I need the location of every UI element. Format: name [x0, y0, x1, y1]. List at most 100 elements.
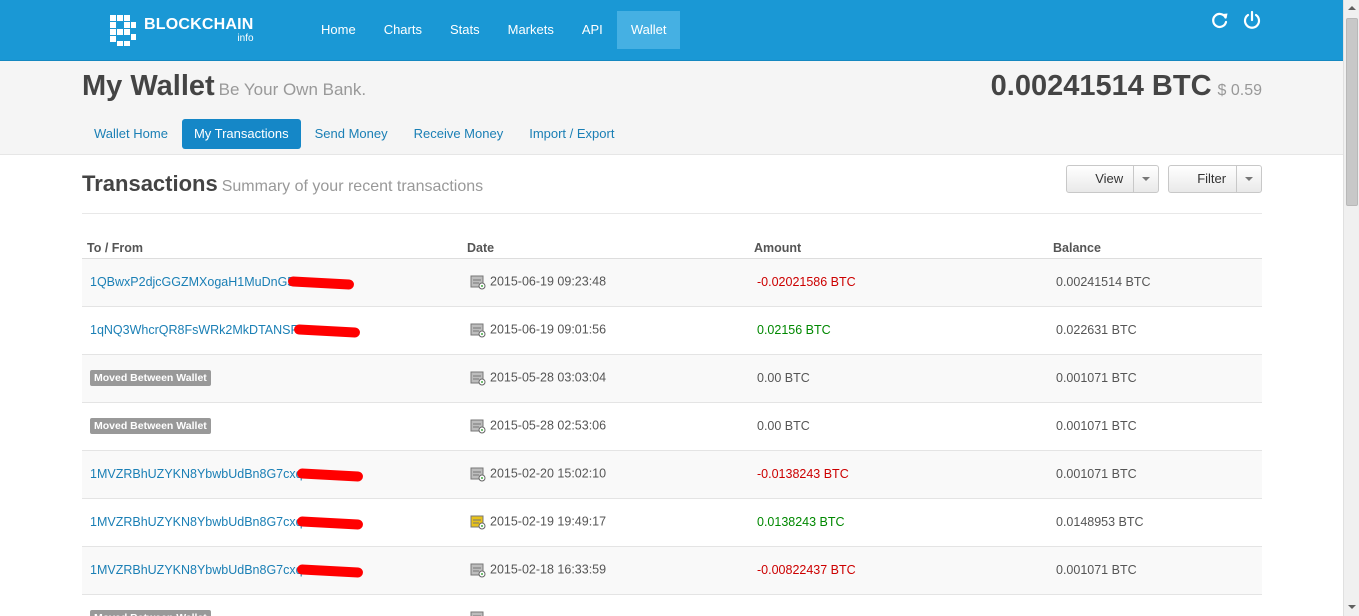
- transaction-date: 2015-06-19 09:23:48: [490, 274, 607, 289]
- transaction-status-icon[interactable]: [470, 274, 486, 290]
- transaction-status-icon[interactable]: [470, 370, 486, 386]
- top-navbar: BLOCKCHAIN info Home Charts Stats Market…: [0, 0, 1343, 61]
- cell-amount[interactable]: -0.0138243 BTC: [749, 450, 1048, 499]
- nav-home[interactable]: Home: [307, 11, 370, 49]
- tab-receive-money[interactable]: Receive Money: [402, 119, 516, 149]
- blockchain-logo[interactable]: BLOCKCHAIN info: [108, 11, 254, 49]
- cell-amount[interactable]: -0.00822437 BTC: [749, 546, 1048, 595]
- redaction-scribble: [296, 515, 363, 530]
- cell-amount[interactable]: 0.00 BTC: [749, 354, 1048, 403]
- table-row[interactable]: 1MVZRBhUZYKN8YbwbUdBn8G7cxq 2015-02-18 16…: [82, 546, 1262, 595]
- cell-to-from: 1MVZRBhUZYKN8YbwbUdBn8G7cxq: [82, 546, 462, 595]
- address-link[interactable]: 1qNQ3WhcrQR8FsWRk2MkDTANSR: [90, 323, 300, 337]
- refresh-icon[interactable]: [1210, 10, 1230, 30]
- redaction-scribble: [296, 467, 363, 482]
- cell-to-from: 1QBwxP2djcGGZMXogaH1MuDnG5: [82, 258, 462, 307]
- table-row[interactable]: 1qNQ3WhcrQR8FsWRk2MkDTANSR 2015-06-19 09:…: [82, 306, 1262, 355]
- transaction-status-icon[interactable]: [470, 418, 486, 434]
- moved-between-wallet-badge: Moved Between Wallet: [90, 418, 211, 434]
- address-link[interactable]: 1MVZRBhUZYKN8YbwbUdBn8G7cxq: [90, 515, 303, 529]
- nav-markets[interactable]: Markets: [494, 11, 568, 49]
- transactions-heading: Transactions Summary of your recent trans…: [82, 171, 484, 196]
- balance-btc: 0.00241514 BTC: [990, 70, 1212, 102]
- table-row[interactable]: Moved Between Wallet 2015-05-28 03:03:04 0…: [82, 354, 1262, 403]
- transaction-status-icon[interactable]: [470, 610, 486, 616]
- transaction-date: 2015-02-20 15:02:10: [490, 466, 607, 481]
- cell-date: 2015-06-19 09:01:56: [462, 306, 749, 355]
- chevron-down-icon[interactable]: [1134, 166, 1158, 192]
- view-dropdown[interactable]: View: [1066, 165, 1159, 193]
- transaction-date: 2015-05-28 02:53:06: [490, 418, 607, 433]
- balance-usd: $ 0.59: [1217, 82, 1262, 99]
- cell-amount[interactable]: 0.00 BTC: [749, 402, 1048, 451]
- column-header-to-from[interactable]: To / From: [82, 232, 462, 259]
- cell-date: 2015-05-28 02:53:06: [462, 402, 749, 451]
- cell-date: [462, 594, 749, 616]
- redaction-scribble: [288, 275, 355, 290]
- cell-amount[interactable]: 0.02156 BTC: [749, 306, 1048, 355]
- wallet-balance[interactable]: 0.00241514 BTC $ 0.59: [991, 70, 1262, 103]
- transactions-body: 1QBwxP2djcGGZMXogaH1MuDnG5 2015-06-19 09:…: [82, 258, 1262, 616]
- table-row[interactable]: 1MVZRBhUZYKN8YbwbUdBn8G7cxq 2015-02-19 19…: [82, 498, 1262, 547]
- cell-to-from: Moved Between Wallet: [82, 354, 462, 403]
- view-button[interactable]: View: [1067, 166, 1135, 192]
- tab-my-transactions[interactable]: My Transactions: [181, 119, 301, 149]
- table-row[interactable]: 1QBwxP2djcGGZMXogaH1MuDnG5 2015-06-19 09:…: [82, 258, 1262, 307]
- scroll-up-arrow-icon[interactable]: [1344, 0, 1359, 17]
- cell-date: 2015-02-20 15:02:10: [462, 450, 749, 499]
- transaction-status-icon[interactable]: [470, 322, 486, 338]
- tab-import-export[interactable]: Import / Export: [517, 119, 626, 149]
- cell-amount[interactable]: -0.02021586 BTC: [749, 258, 1048, 307]
- column-header-amount[interactable]: Amount: [749, 232, 1048, 259]
- table-row[interactable]: Moved Between Wallet 2015-05-28 02:53:06 0…: [82, 402, 1262, 451]
- transaction-status-icon[interactable]: [470, 466, 486, 482]
- power-icon[interactable]: [1242, 10, 1262, 30]
- transaction-status-icon[interactable]: [470, 562, 486, 578]
- address-link[interactable]: 1MVZRBhUZYKN8YbwbUdBn8G7cxq: [90, 467, 303, 481]
- moved-between-wallet-badge: Moved Between Wallet: [90, 370, 211, 386]
- page-title: My Wallet Be Your Own Bank.: [82, 70, 367, 102]
- scrollbar-thumb[interactable]: [1346, 18, 1358, 206]
- cell-date: 2015-06-19 09:23:48: [462, 258, 749, 307]
- wallet-subnav: Wallet Home My Transactions Send Money R…: [82, 119, 626, 149]
- vertical-scrollbar[interactable]: [1343, 0, 1359, 616]
- address-link[interactable]: 1QBwxP2djcGGZMXogaH1MuDnG5: [90, 275, 294, 289]
- transactions-subtitle: Summary of your recent transactions: [221, 178, 484, 195]
- column-header-date[interactable]: Date: [462, 232, 749, 259]
- nav-stats[interactable]: Stats: [436, 11, 494, 49]
- table-row[interactable]: Moved Between Wallet: [82, 594, 1262, 616]
- redaction-scribble: [296, 563, 363, 578]
- cell-balance: [1048, 594, 1262, 616]
- cell-balance: 0.001071 BTC: [1048, 546, 1262, 595]
- section-divider: [82, 213, 1262, 214]
- scroll-down-arrow-icon[interactable]: [1344, 599, 1359, 616]
- transaction-date: 2015-06-19 09:01:56: [490, 322, 607, 337]
- table-row[interactable]: 1MVZRBhUZYKN8YbwbUdBn8G7cxq 2015-02-20 15…: [82, 450, 1262, 499]
- transaction-date: 2015-02-19 19:49:17: [490, 514, 607, 529]
- page-tagline: Be Your Own Bank.: [218, 80, 367, 99]
- cell-amount[interactable]: 0.0138243 BTC: [749, 498, 1048, 547]
- transaction-date: 2015-02-18 16:33:59: [490, 562, 607, 577]
- address-link[interactable]: 1MVZRBhUZYKN8YbwbUdBn8G7cxq: [90, 563, 303, 577]
- transaction-status-icon[interactable]: [470, 514, 486, 530]
- moved-between-wallet-badge: Moved Between Wallet: [90, 610, 211, 616]
- navbar-actions: [1210, 10, 1262, 30]
- column-header-balance[interactable]: Balance: [1048, 232, 1262, 259]
- tab-send-money[interactable]: Send Money: [303, 119, 400, 149]
- cell-to-from: 1MVZRBhUZYKN8YbwbUdBn8G7cxq: [82, 498, 462, 547]
- nav-api[interactable]: API: [568, 11, 617, 49]
- table-header-row: To / From Date Amount Balance: [82, 232, 1262, 259]
- nav-charts[interactable]: Charts: [370, 11, 436, 49]
- filter-button[interactable]: Filter: [1169, 166, 1238, 192]
- cell-balance: 0.022631 BTC: [1048, 306, 1262, 355]
- cell-date: 2015-02-18 16:33:59: [462, 546, 749, 595]
- main-nav: Home Charts Stats Markets API Wallet: [307, 11, 681, 49]
- tab-wallet-home[interactable]: Wallet Home: [82, 119, 180, 149]
- blockchain-logo-icon: [108, 13, 138, 47]
- nav-wallet[interactable]: Wallet: [616, 11, 681, 49]
- cell-amount[interactable]: [749, 594, 1048, 616]
- cell-balance: 0.001071 BTC: [1048, 450, 1262, 499]
- cell-to-from: Moved Between Wallet: [82, 594, 462, 616]
- chevron-down-icon[interactable]: [1237, 166, 1261, 192]
- filter-dropdown[interactable]: Filter: [1168, 165, 1262, 193]
